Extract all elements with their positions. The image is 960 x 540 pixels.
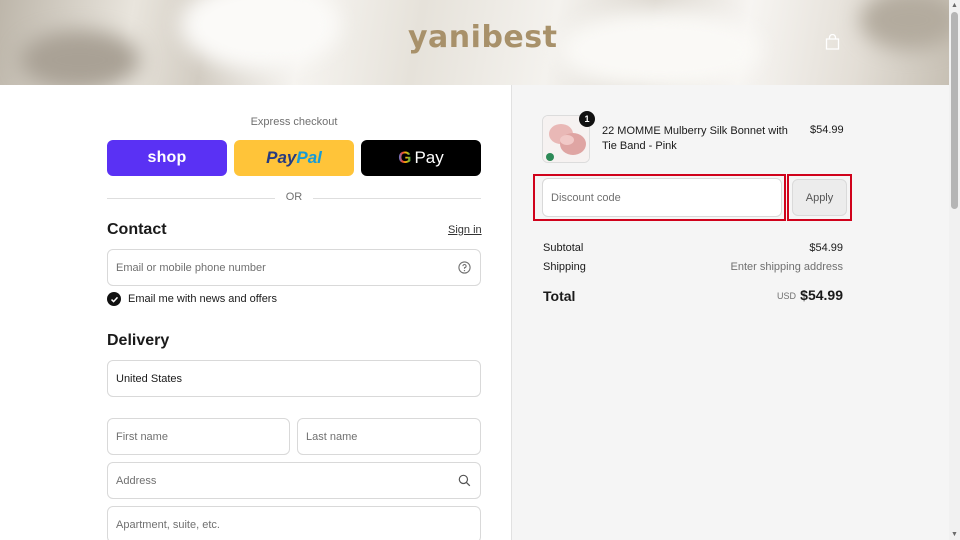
shipping-label: Shipping <box>543 261 586 273</box>
checkmark-icon <box>110 296 118 303</box>
total-value: $54.99 <box>800 287 843 303</box>
shop-pay-logo: shop <box>147 149 187 166</box>
scroll-down-arrow-icon[interactable]: ▼ <box>951 531 958 538</box>
scroll-up-arrow-icon[interactable]: ▲ <box>951 2 958 9</box>
product-name: 22 MOMME Mulberry Silk Bonnet with Tie B… <box>602 125 788 152</box>
shipping-row: Shipping Enter shipping address <box>543 261 843 273</box>
discount-code-field[interactable] <box>542 178 782 217</box>
last-name-input[interactable] <box>306 430 480 443</box>
or-divider: OR <box>107 191 481 205</box>
google-pay-label: Pay <box>414 148 444 167</box>
paypal-logo-part2: Pal <box>296 148 322 167</box>
last-name-field[interactable] <box>297 418 481 455</box>
delivery-heading: Delivery <box>107 332 170 349</box>
paypal-logo-part1: Pay <box>266 148 297 167</box>
email-input[interactable] <box>116 261 480 274</box>
total-currency: USD <box>776 291 796 301</box>
divider-line <box>313 198 481 199</box>
order-summary: 1 22 MOMME Mulberry Silk Bonnet with Tie… <box>511 85 949 540</box>
sign-in-link[interactable]: Sign in <box>448 224 482 236</box>
checkout-form: Express checkout shop Pay Pal G Pay OR Co… <box>0 85 511 540</box>
country-value: United States <box>116 372 183 385</box>
apartment-field[interactable] <box>107 506 481 540</box>
discount-code-input[interactable] <box>551 191 781 204</box>
paypal-button[interactable]: Pay Pal <box>234 140 354 176</box>
banner-fold <box>560 10 760 85</box>
subtotal-value: $54.99 <box>809 242 843 254</box>
search-icon <box>458 474 471 487</box>
shop-pay-button[interactable]: shop <box>107 140 227 176</box>
scrollbar-thumb[interactable] <box>951 12 958 209</box>
google-g-icon: G <box>398 148 412 167</box>
total-label: Total <box>543 288 576 304</box>
subtotal-row: Subtotal $54.99 <box>543 242 843 254</box>
banner-fold <box>860 0 949 50</box>
or-label: OR <box>285 191 303 203</box>
banner-fold <box>180 0 340 70</box>
banner-fold <box>20 30 140 85</box>
express-checkout-label: Express checkout <box>250 116 338 128</box>
google-pay-button[interactable]: G Pay <box>361 140 481 176</box>
apartment-input[interactable] <box>116 518 480 531</box>
contact-heading: Contact <box>107 221 167 238</box>
address-input[interactable] <box>116 474 480 487</box>
news-checkbox[interactable] <box>107 292 121 306</box>
page-scrollbar[interactable]: ▲ ▼ <box>949 0 960 540</box>
shopping-bag-icon[interactable] <box>825 34 840 50</box>
product-price: $54.99 <box>810 124 844 136</box>
email-field[interactable] <box>107 249 481 286</box>
first-name-field[interactable] <box>107 418 290 455</box>
shipping-value: Enter shipping address <box>730 261 843 273</box>
first-name-input[interactable] <box>116 430 289 443</box>
country-select[interactable]: United States <box>107 360 481 397</box>
question-circle-icon[interactable] <box>458 261 471 274</box>
apply-discount-button[interactable]: Apply <box>792 179 847 216</box>
quantity-badge: 1 <box>579 111 595 127</box>
total-row: Total USD $54.99 <box>543 287 843 306</box>
address-field[interactable] <box>107 462 481 499</box>
header-banner: yanibest <box>0 0 949 85</box>
news-opt-in[interactable]: Email me with news and offers <box>107 292 277 306</box>
news-checkbox-label: Email me with news and offers <box>128 293 277 305</box>
store-logo[interactable]: yanibest <box>408 20 557 55</box>
subtotal-label: Subtotal <box>543 242 584 254</box>
